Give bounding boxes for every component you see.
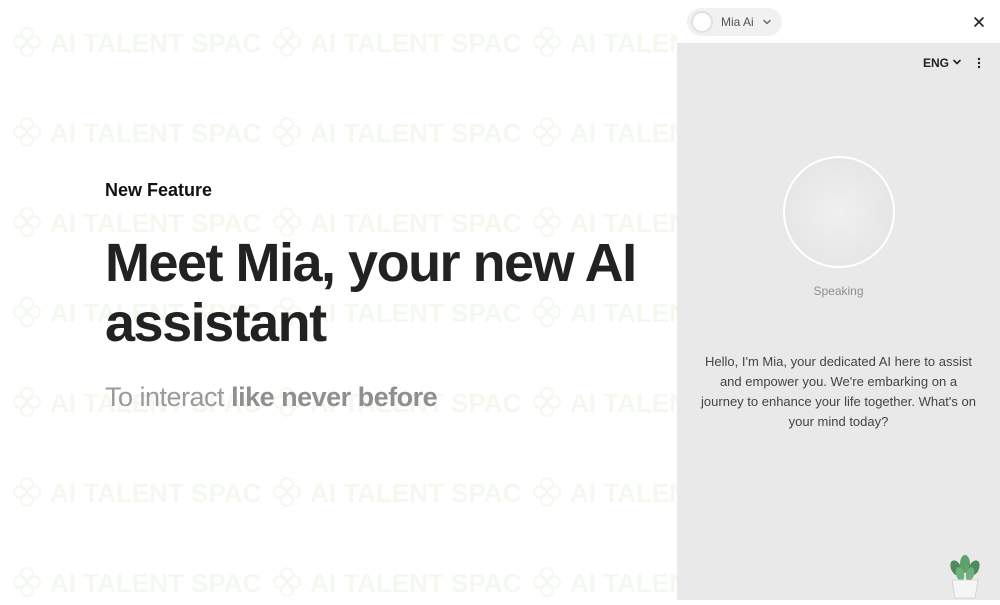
close-button[interactable] xyxy=(968,11,990,33)
hero-subhead-plain: To interact xyxy=(105,382,231,412)
assistant-avatar xyxy=(783,156,895,268)
ai-name-label: Mia Ai xyxy=(721,15,754,29)
hero-subhead-bold: like never before xyxy=(231,382,437,412)
widget-subbar: ENG xyxy=(677,44,1000,70)
ai-avatar-icon xyxy=(691,11,713,33)
ai-selector-chip[interactable]: Mia Ai xyxy=(687,8,782,36)
eyebrow-label: New Feature xyxy=(105,180,637,201)
more-menu-button[interactable] xyxy=(972,56,986,70)
assistant-greeting-message: Hello, I'm Mia, your dedicated AI here t… xyxy=(699,352,978,433)
assistant-status-label: Speaking xyxy=(813,284,863,298)
plant-decoration-icon xyxy=(942,554,988,600)
language-label: ENG xyxy=(923,56,949,70)
chevron-down-icon xyxy=(952,56,962,70)
hero-headline: Meet Mia, your new AI assistant xyxy=(105,233,637,354)
chevron-down-icon xyxy=(762,17,772,27)
assistant-avatar-area: Speaking xyxy=(677,156,1000,298)
language-picker[interactable]: ENG xyxy=(923,56,962,70)
hero-subhead: To interact like never before xyxy=(105,382,637,413)
hero-section: New Feature Meet Mia, your new AI assist… xyxy=(0,0,677,600)
widget-topbar: Mia Ai xyxy=(677,0,1000,44)
assistant-widget: Mia Ai ENG Speaking xyxy=(677,0,1000,600)
